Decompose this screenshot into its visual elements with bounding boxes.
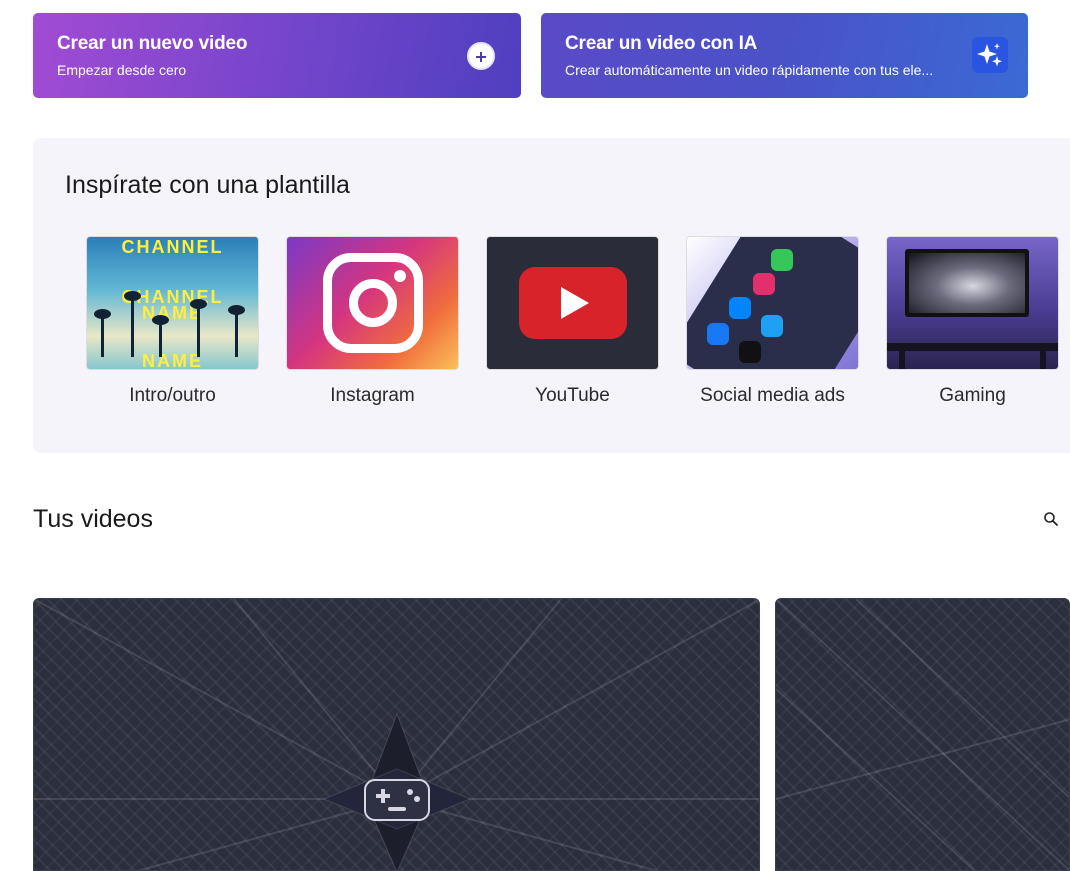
desk-shape: [887, 343, 1058, 351]
palm-tree-shape: [94, 309, 111, 357]
template-label: Instagram: [330, 385, 415, 406]
messenger-icon: [729, 297, 751, 319]
create-new-video-card[interactable]: Crear un nuevo video Empezar desde cero: [33, 13, 521, 98]
create-ai-video-title: Crear un video con IA: [565, 33, 758, 54]
templates-section: Inspírate con una plantilla CHANNEL CHAN…: [33, 138, 1070, 453]
template-label: Gaming: [939, 385, 1006, 406]
palm-tree-shape: [152, 315, 169, 357]
thumb-text: NAME: [142, 351, 203, 370]
create-ai-video-card[interactable]: Crear un video con IA Crear automáticame…: [541, 13, 1028, 98]
template-label: YouTube: [535, 385, 610, 406]
your-videos-heading: Tus videos: [33, 505, 153, 533]
template-thumbnail-instagram: [286, 236, 459, 370]
gamepad-icon: [362, 774, 432, 826]
template-gaming[interactable]: Gaming: [886, 236, 1059, 407]
template-label: Intro/outro: [129, 385, 216, 406]
desk-leg-shape: [899, 347, 905, 369]
video-thumbnail-art: [34, 599, 759, 870]
template-thumbnail-social-media-ads: [686, 236, 859, 370]
search-icon[interactable]: [1041, 509, 1061, 529]
template-instagram[interactable]: Instagram: [286, 236, 459, 407]
template-social-media-ads[interactable]: Social media ads: [686, 236, 859, 407]
templates-heading: Inspírate con una plantilla: [65, 171, 350, 199]
instagram-app-icon: [753, 273, 775, 295]
create-ai-video-subtitle: Crear automáticamente un video rápidamen…: [565, 62, 934, 78]
whatsapp-icon: [771, 249, 793, 271]
palm-tree-shape: [228, 305, 245, 357]
video-card[interactable]: [33, 598, 760, 871]
template-intro-outro[interactable]: CHANNEL CHANNEL NAME NAME Intro/outro: [86, 236, 259, 407]
create-new-video-title: Crear un nuevo video: [57, 33, 248, 54]
palm-tree-shape: [190, 299, 207, 357]
video-thumbnail-art: [776, 599, 1069, 870]
monitor-shape: [905, 249, 1029, 317]
sparkle-icon[interactable]: [972, 37, 1008, 73]
template-youtube[interactable]: YouTube: [486, 236, 659, 407]
instagram-logo-icon: [322, 253, 423, 353]
template-thumbnail-intro-outro: CHANNEL CHANNEL NAME NAME: [86, 236, 259, 370]
thumb-text: CHANNEL: [121, 237, 224, 257]
template-label: Social media ads: [700, 385, 845, 406]
youtube-play-icon: [518, 267, 627, 339]
template-thumbnail-youtube: [486, 236, 659, 370]
desk-leg-shape: [1040, 347, 1046, 369]
tiktok-icon: [739, 341, 761, 363]
facebook-icon: [707, 323, 729, 345]
video-card[interactable]: [775, 598, 1070, 871]
create-new-video-subtitle: Empezar desde cero: [57, 62, 187, 78]
plus-circle-icon[interactable]: [467, 42, 495, 70]
palm-tree-shape: [124, 291, 141, 357]
twitter-icon: [761, 315, 783, 337]
template-thumbnail-gaming: [886, 236, 1059, 370]
